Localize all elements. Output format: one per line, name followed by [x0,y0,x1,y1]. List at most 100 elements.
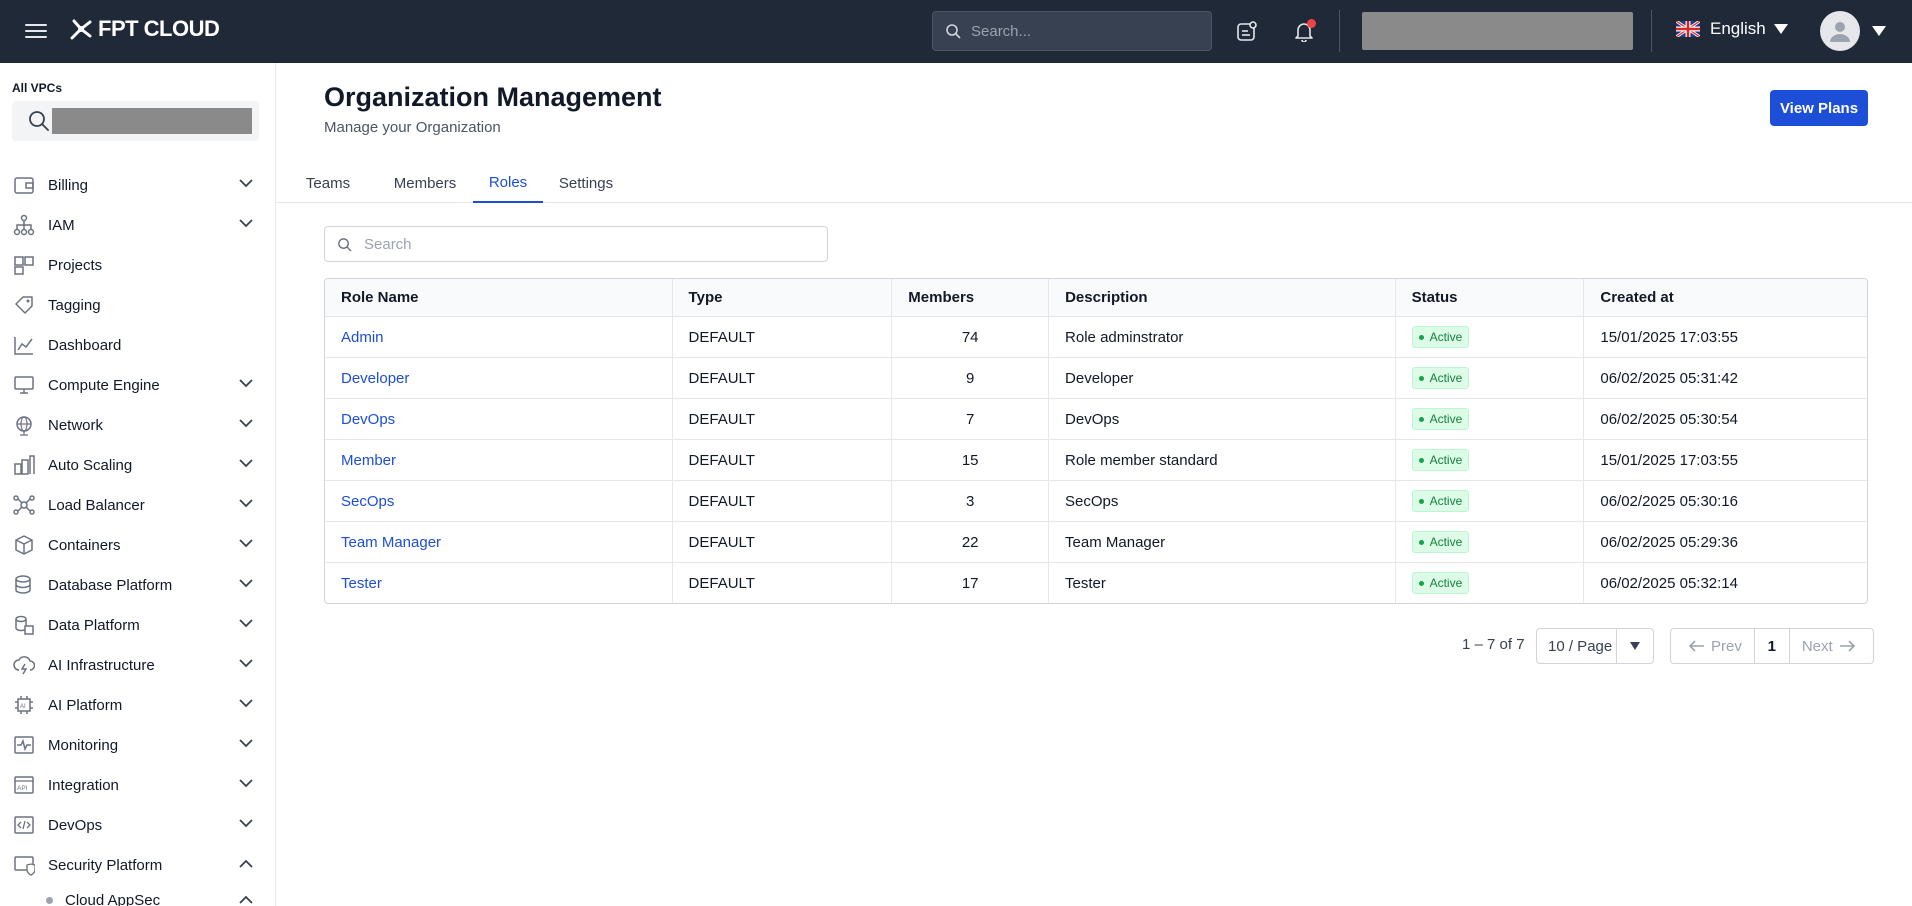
role-members-count: 22 [891,522,1048,562]
status-label: Active [1429,494,1463,508]
role-name-link[interactable]: Developer [341,370,409,387]
sidebar-item-projects[interactable]: Projects [0,245,275,285]
sidebar-item-integration[interactable]: API Integration [0,765,275,805]
prev-page-button[interactable]: Prev [1671,629,1754,663]
sidebar-item-network[interactable]: Network [0,405,275,445]
role-description: DevOps [1048,399,1395,439]
divider [1651,10,1652,52]
brand-name: FPT CLOUD [98,16,220,41]
sidebar-item-load-balancer[interactable]: Load Balancer [0,485,275,525]
monitor-icon [12,373,36,397]
sidebar-item-monitoring[interactable]: Monitoring [0,725,275,765]
view-plans-button[interactable]: View Plans [1770,90,1868,126]
chevron-down-icon [239,659,253,668]
sidebar-item-label: Security Platform [48,856,163,874]
sidebar-item-compute-engine[interactable]: Compute Engine [0,365,275,405]
role-name-link[interactable]: Member [341,452,396,469]
search-icon [29,111,49,131]
sidebar-item-ai-infrastructure[interactable]: AI Infrastructure [0,645,275,685]
status-dot-icon [1418,539,1424,545]
global-search-input[interactable] [971,22,1191,40]
chevron-down-icon [239,739,253,748]
chevron-down-icon [239,459,253,468]
sidebar-item-label: AI Platform [48,696,123,714]
roles-search-input[interactable] [364,235,804,253]
redacted-account-field[interactable] [1362,12,1633,50]
sidebar-item-devops[interactable]: DevOps [0,805,275,845]
chevron-down-icon [239,419,253,428]
tab-members[interactable]: Members [392,163,458,203]
sidebar-item-label: Containers [48,536,121,554]
column-header-members[interactable]: Members [891,279,1048,316]
support-icon[interactable] [1233,17,1261,45]
role-created-at: 15/01/2025 17:03:55 [1583,317,1867,357]
sidebar-item-label: Network [48,416,104,434]
status-badge: Active [1411,490,1470,512]
caret-down-icon [1773,24,1788,34]
sidebar-item-label: Data Platform [48,616,140,634]
data-icon [12,613,36,637]
role-name-link[interactable]: SecOps [341,493,394,510]
avatar[interactable] [1820,11,1860,51]
sidebar-item-iam[interactable]: IAM [0,205,275,245]
tab-settings[interactable]: Settings [556,163,616,203]
language-selector[interactable]: English [1676,19,1788,39]
sidebar-item-security-platform[interactable]: Security Platform [0,845,275,885]
cube-icon [12,533,36,557]
role-name-link[interactable]: Tester [341,575,382,592]
notification-bell-icon[interactable] [1290,17,1318,45]
sidebar-item-data-platform[interactable]: Data Platform [0,605,275,645]
sidebar-item-dashboard[interactable]: Dashboard [0,325,275,365]
main-content: Organization Management Manage your Orga… [276,63,1912,906]
page-size-select[interactable]: 10 / Page [1536,628,1654,664]
api-icon: API [12,773,36,797]
scaling-icon [12,453,36,477]
sidebar-subitem-cloud-appsec[interactable]: Cloud AppSec [0,885,275,906]
column-header-description[interactable]: Description [1048,279,1395,316]
table-row: DevOps DEFAULT 7 DevOps Active 06/02/202… [325,398,1867,439]
redacted-vpc-value [52,108,252,134]
tab-teams[interactable]: Teams [306,163,350,203]
brand-logo[interactable]: FPT CLOUD [68,16,220,42]
role-created-at: 06/02/2025 05:29:36 [1583,522,1867,562]
vpc-selector[interactable] [12,101,259,141]
column-header-type[interactable]: Type [671,279,892,316]
page-number-button[interactable]: 1 [1753,629,1790,663]
role-name-link[interactable]: Team Manager [341,534,441,551]
column-header-created-at[interactable]: Created at [1583,279,1867,316]
language-label: English [1710,19,1766,38]
prev-label: Prev [1711,637,1742,655]
sidebar-item-database-platform[interactable]: Database Platform [0,565,275,605]
bullet-icon [46,896,53,904]
pulse-icon [12,733,36,757]
global-search[interactable] [932,11,1212,51]
hamburger-icon[interactable] [22,20,50,42]
column-header-status[interactable]: Status [1394,279,1584,316]
vpc-label: All VPCs [12,81,63,95]
tag-icon [12,293,36,317]
role-name-link[interactable]: Admin [341,329,384,346]
sidebar-item-auto-scaling[interactable]: Auto Scaling [0,445,275,485]
sidebar-item-ai-platform[interactable]: AI AI Platform [0,685,275,725]
status-badge: Active [1411,408,1470,430]
status-label: Active [1429,330,1463,344]
chevron-down-icon [239,539,253,548]
status-badge: Active [1411,326,1470,348]
roles-search[interactable] [324,226,828,262]
sidebar-item-billing[interactable]: Billing [0,165,275,205]
role-name-link[interactable]: DevOps [341,411,395,428]
top-bar: FPT CLOUD English [0,0,1912,63]
user-menu-caret-icon[interactable] [1872,26,1886,36]
chart-icon [12,333,36,357]
pagination-range: 1 – 7 of 7 [1462,636,1525,653]
next-page-button[interactable]: Next [1790,629,1873,663]
status-label: Active [1429,535,1463,549]
column-header-role-name[interactable]: Role Name [325,279,672,316]
user-icon [1830,22,1850,42]
role-type: DEFAULT [671,563,892,603]
tab-roles[interactable]: Roles [473,163,543,203]
status-dot-icon [1418,334,1424,340]
sidebar-item-tagging[interactable]: Tagging [0,285,275,325]
sidebar-item-containers[interactable]: Containers [0,525,275,565]
page-size-toggle[interactable] [1615,629,1653,663]
